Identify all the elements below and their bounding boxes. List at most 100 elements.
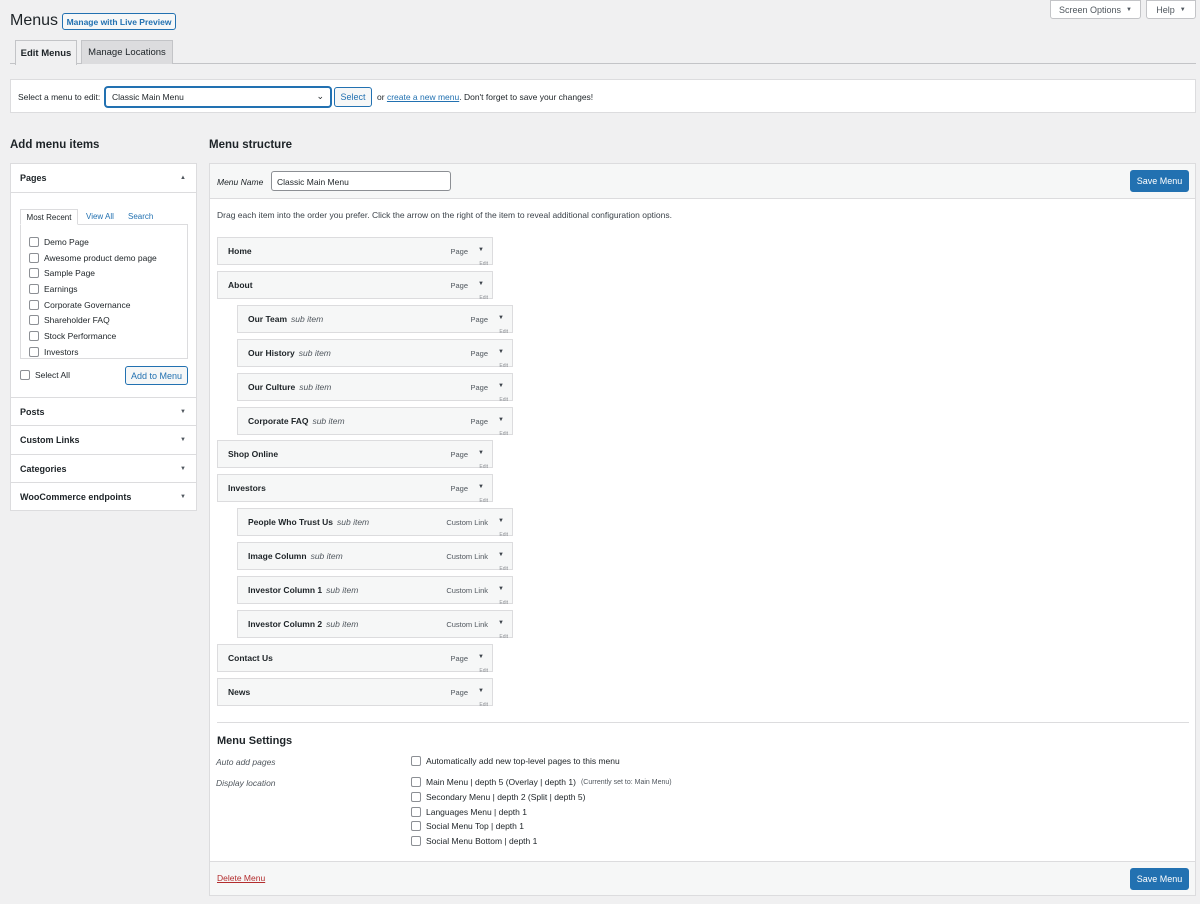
- checkbox[interactable]: [29, 315, 39, 325]
- auto-add-option[interactable]: Automatically add new top-level pages to…: [411, 756, 620, 766]
- expand-arrow-icon[interactable]: ▼: [498, 518, 504, 524]
- menu-item[interactable]: Image Column sub item Custom Link ▼ Edit: [237, 542, 513, 572]
- location-checkbox[interactable]: [411, 807, 421, 817]
- edit-link[interactable]: Edit: [479, 295, 488, 301]
- expand-arrow-icon[interactable]: ▼: [478, 688, 484, 694]
- menu-item[interactable]: Investors Page ▼ Edit: [217, 474, 493, 504]
- menu-item-type: Custom Link: [446, 619, 488, 629]
- pages-section-header[interactable]: Pages ▲: [11, 164, 196, 192]
- expand-arrow-icon[interactable]: ▼: [478, 484, 484, 490]
- menu-item[interactable]: About Page ▼ Edit: [217, 270, 493, 301]
- list-item[interactable]: Stock Performance: [29, 331, 116, 341]
- expand-arrow-icon[interactable]: ▼: [478, 247, 484, 253]
- auto-add-checkbox[interactable]: [411, 756, 421, 766]
- location-checkbox[interactable]: [411, 836, 421, 846]
- checkbox[interactable]: [29, 268, 39, 278]
- location-checkbox[interactable]: [411, 792, 421, 802]
- location-label: Main Menu | depth 5 (Overlay | depth 1): [426, 777, 576, 787]
- expand-arrow-icon[interactable]: ▼: [478, 281, 484, 287]
- help-button[interactable]: Help ▼: [1146, 0, 1196, 19]
- menu-item[interactable]: Investor Column 2 sub item Custom Link ▼ Edi…: [237, 609, 513, 640]
- expand-arrow-icon[interactable]: ▼: [478, 450, 484, 456]
- edit-link[interactable]: Edit: [499, 397, 508, 403]
- list-item[interactable]: Shareholder FAQ: [29, 315, 110, 325]
- delete-menu-link[interactable]: Delete Menu: [217, 873, 265, 883]
- tab-view-all[interactable]: View All: [86, 212, 114, 221]
- list-item[interactable]: Earnings: [29, 284, 78, 294]
- menu-item[interactable]: Our History sub item Page ▼ Edit: [237, 338, 513, 369]
- edit-link[interactable]: Edit: [499, 363, 508, 369]
- menu-item-type: Page: [450, 450, 468, 460]
- list-item[interactable]: Sample Page: [29, 268, 95, 278]
- checkbox[interactable]: [29, 347, 39, 357]
- tab-edit-menus[interactable]: Edit Menus: [15, 40, 77, 65]
- menu-item[interactable]: Our Team sub item Page ▼ Edit: [237, 304, 513, 335]
- checkbox[interactable]: [29, 300, 39, 310]
- list-item[interactable]: Demo Page: [29, 237, 89, 247]
- edit-link[interactable]: Edit: [479, 464, 488, 470]
- edit-link[interactable]: Edit: [499, 532, 508, 538]
- menu-item[interactable]: Contact Us Page ▼ Edit: [217, 643, 493, 674]
- edit-link[interactable]: Edit: [499, 634, 508, 640]
- expand-arrow-icon[interactable]: ▼: [498, 586, 504, 592]
- location-option-social-bottom[interactable]: Social Menu Bottom | depth 1: [411, 836, 537, 846]
- location-checkbox[interactable]: [411, 821, 421, 831]
- woocommerce-section-header[interactable]: WooCommerce endpoints ▼: [11, 482, 196, 510]
- select-button[interactable]: Select: [334, 87, 372, 107]
- menu-item-type: Page: [450, 653, 468, 663]
- menu-select-dropdown[interactable]: Classic Main Menu ⌄: [105, 87, 331, 107]
- create-new-menu-link[interactable]: create a new menu: [387, 92, 459, 102]
- edit-link[interactable]: Edit: [499, 431, 508, 437]
- custom-links-section-header[interactable]: Custom Links ▼: [11, 425, 196, 453]
- edit-link[interactable]: Edit: [499, 329, 508, 335]
- list-item[interactable]: Corporate Governance: [29, 300, 130, 310]
- menu-item[interactable]: Our Culture sub item Page ▼ Edit: [237, 372, 513, 403]
- screen-options-button[interactable]: Screen Options ▼: [1050, 0, 1141, 19]
- menu-item-label: Image Column: [248, 551, 307, 562]
- list-item[interactable]: Investors: [29, 347, 79, 357]
- edit-link[interactable]: Edit: [499, 600, 508, 606]
- menu-item-title: Our Culture sub item: [248, 382, 331, 392]
- save-menu-button-top[interactable]: Save Menu: [1130, 170, 1189, 192]
- list-item[interactable]: Awesome product demo page: [29, 253, 157, 263]
- tab-manage-locations[interactable]: Manage Locations: [81, 40, 173, 64]
- expand-arrow-icon[interactable]: ▼: [478, 654, 484, 660]
- expand-arrow-icon[interactable]: ▼: [498, 552, 504, 558]
- menu-item[interactable]: Home Page ▼ Edit: [217, 237, 493, 267]
- menu-item[interactable]: Corporate FAQ sub item Page ▼ Edit: [237, 406, 513, 437]
- menu-name-input[interactable]: Classic Main Menu: [271, 171, 451, 191]
- save-menu-button-bottom[interactable]: Save Menu: [1130, 868, 1189, 890]
- menu-item-type: Page: [450, 484, 468, 494]
- live-preview-button[interactable]: Manage with Live Preview: [62, 13, 176, 30]
- menu-item[interactable]: Shop Online Page ▼ Edit: [217, 440, 493, 470]
- location-option-secondary[interactable]: Secondary Menu | depth 2 (Split | depth …: [411, 792, 585, 802]
- edit-link[interactable]: Edit: [479, 668, 488, 674]
- add-to-menu-button[interactable]: Add to Menu: [125, 366, 188, 385]
- expand-arrow-icon[interactable]: ▼: [498, 383, 504, 389]
- menu-item[interactable]: News Page ▼ Edit: [217, 677, 493, 708]
- checkbox[interactable]: [29, 284, 39, 294]
- expand-arrow-icon[interactable]: ▼: [498, 620, 504, 626]
- location-option-languages[interactable]: Languages Menu | depth 1: [411, 807, 527, 817]
- expand-arrow-icon[interactable]: ▼: [498, 417, 504, 423]
- location-option-social-top[interactable]: Social Menu Top | depth 1: [411, 821, 524, 831]
- edit-link[interactable]: Edit: [479, 702, 488, 708]
- edit-link[interactable]: Edit: [479, 498, 488, 504]
- edit-link[interactable]: Edit: [499, 566, 508, 572]
- expand-arrow-icon[interactable]: ▼: [498, 315, 504, 321]
- checkbox[interactable]: [29, 253, 39, 263]
- menu-item[interactable]: People Who Trust Us sub item Custom Link ▼ E…: [237, 508, 513, 538]
- select-all-row[interactable]: Select All: [20, 370, 70, 380]
- posts-section-header[interactable]: Posts ▼: [11, 397, 196, 425]
- tab-most-recent[interactable]: Most Recent: [20, 209, 78, 225]
- select-all-checkbox[interactable]: [20, 370, 30, 380]
- expand-arrow-icon[interactable]: ▼: [498, 349, 504, 355]
- categories-section-header[interactable]: Categories ▼: [11, 454, 196, 482]
- location-checkbox[interactable]: [411, 777, 421, 787]
- tab-search[interactable]: Search: [128, 212, 153, 221]
- menu-item[interactable]: Investor Column 1 sub item Custom Link ▼ Edi…: [237, 576, 513, 606]
- checkbox[interactable]: [29, 237, 39, 247]
- edit-link[interactable]: Edit: [479, 261, 488, 267]
- location-option-main[interactable]: Main Menu | depth 5 (Overlay | depth 1) …: [411, 777, 672, 787]
- checkbox[interactable]: [29, 331, 39, 341]
